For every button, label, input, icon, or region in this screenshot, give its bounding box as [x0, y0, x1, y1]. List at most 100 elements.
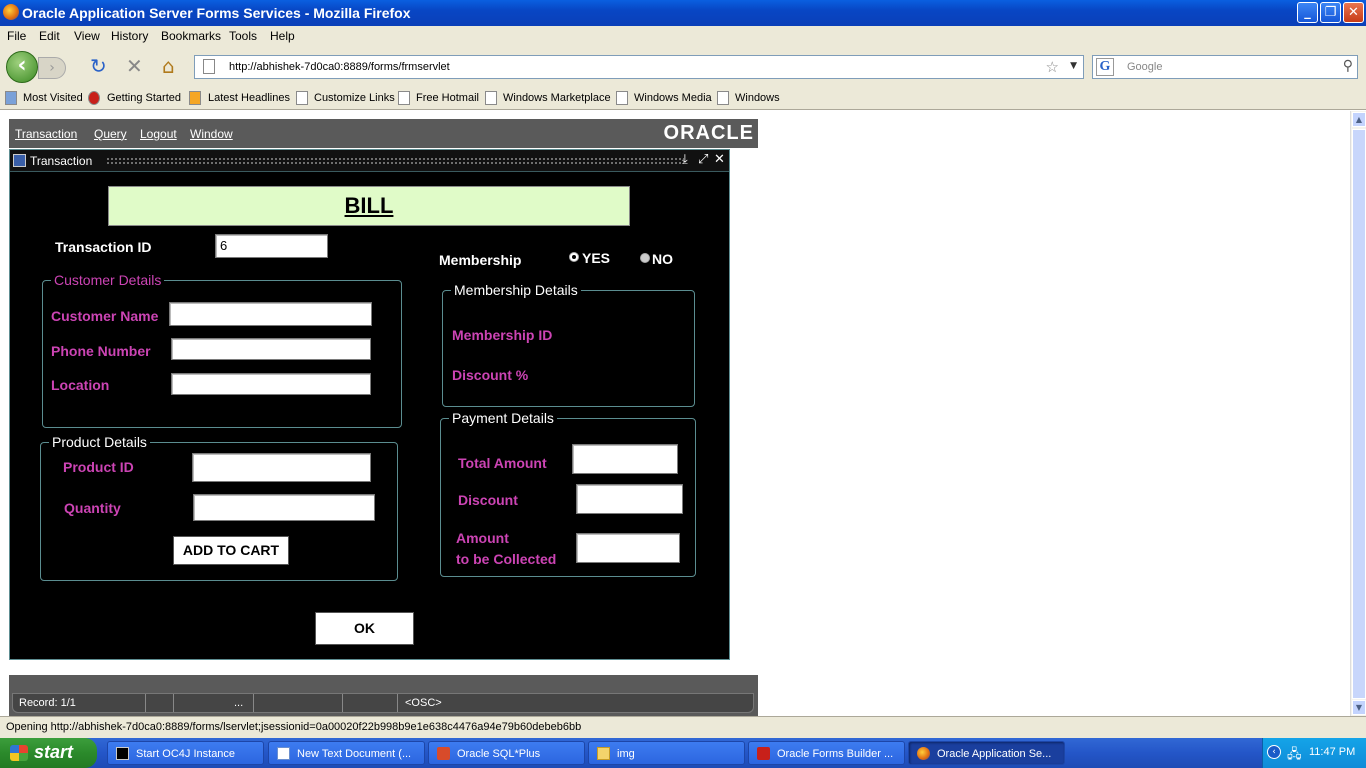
- notepad-icon: [277, 747, 290, 760]
- task-label: Oracle Application Se...: [937, 748, 1052, 760]
- firefox-icon: [3, 4, 19, 20]
- forms-menu-transaction[interactable]: Transaction: [15, 127, 77, 141]
- discount-percent-label: Discount %: [452, 367, 529, 383]
- menu-edit[interactable]: Edit: [39, 29, 60, 43]
- total-amount-field[interactable]: [572, 444, 678, 474]
- bookmark-windows[interactable]: Windows: [735, 92, 780, 104]
- restore-icon[interactable]: ⤢: [698, 152, 708, 167]
- scroll-down-icon[interactable]: ▼: [1352, 700, 1366, 715]
- back-button[interactable]: ‹: [6, 51, 38, 83]
- page-icon: [485, 91, 497, 105]
- minimize-icon[interactable]: ⤓: [682, 152, 688, 167]
- bookmarks-toolbar: Most Visited Getting Started Latest Head…: [0, 88, 1366, 110]
- google-icon[interactable]: G: [1096, 58, 1114, 76]
- folder-icon: [597, 747, 610, 760]
- bookmark-windows-media[interactable]: Windows Media: [634, 92, 712, 104]
- forms-menu-window[interactable]: Window: [190, 127, 233, 141]
- membership-no-radio[interactable]: [640, 253, 650, 263]
- maximize-button[interactable]: ❐: [1320, 2, 1341, 23]
- add-to-cart-button[interactable]: ADD TO CART: [173, 536, 289, 565]
- forms-menubar: Transaction Query Logout Window ORACLE: [9, 119, 758, 148]
- scroll-thumb[interactable]: [1352, 129, 1366, 699]
- dropdown-icon[interactable]: ▼: [1070, 61, 1077, 71]
- status-segment: [254, 694, 343, 712]
- membership-yes-label: YES: [582, 250, 611, 266]
- forms-builder-icon: [757, 747, 770, 760]
- forms-menu-query[interactable]: Query: [94, 127, 127, 141]
- oracle-logo: ORACLE: [663, 122, 754, 144]
- rss-icon: [189, 91, 201, 105]
- task-notepad[interactable]: New Text Document (...: [268, 741, 425, 765]
- bookmark-customize-links[interactable]: Customize Links: [314, 92, 395, 104]
- membership-id-label: Membership ID: [452, 327, 553, 343]
- membership-yes-radio[interactable]: [569, 252, 579, 262]
- menu-history[interactable]: History: [111, 29, 148, 43]
- task-label: Start OC4J Instance: [136, 748, 236, 760]
- titlebar-grip: [106, 157, 684, 165]
- ok-button[interactable]: OK: [315, 612, 414, 645]
- product-id-field[interactable]: [192, 453, 371, 482]
- location-label: Location: [51, 377, 110, 393]
- search-placeholder: Google: [1127, 61, 1163, 73]
- page-icon: [616, 91, 628, 105]
- task-forms-builder[interactable]: Oracle Forms Builder ...: [748, 741, 905, 765]
- product-details-legend: Product Details: [49, 434, 150, 450]
- record-indicator: Record: 1/1: [19, 697, 76, 709]
- menu-view[interactable]: View: [74, 29, 100, 43]
- url-bar[interactable]: http://abhishek-7d0ca0:8889/forms/frmser…: [194, 55, 1084, 79]
- product-id-label: Product ID: [63, 459, 134, 475]
- status-dots: ...: [234, 697, 244, 709]
- network-icon[interactable]: 🖧: [1287, 745, 1302, 767]
- phone-number-field[interactable]: [171, 338, 371, 360]
- browser-title-bar: Oracle Application Server Forms Services…: [0, 0, 1366, 26]
- transaction-id-label: Transaction ID: [55, 239, 152, 255]
- minimize-button[interactable]: _: [1297, 2, 1318, 23]
- forms-menu-logout[interactable]: Logout: [140, 127, 177, 141]
- customer-name-field[interactable]: [169, 302, 372, 326]
- quantity-label: Quantity: [64, 500, 121, 516]
- menu-help[interactable]: Help: [270, 29, 295, 43]
- menu-tools[interactable]: Tools: [229, 29, 257, 43]
- task-firefox[interactable]: Oracle Application Se...: [908, 741, 1065, 765]
- bill-heading: BILL: [344, 193, 394, 218]
- task-sqlplus[interactable]: Oracle SQL*Plus: [428, 741, 585, 765]
- reload-icon[interactable]: ↻: [90, 56, 107, 76]
- location-field[interactable]: [171, 373, 371, 395]
- scroll-up-icon[interactable]: ▲: [1352, 112, 1366, 127]
- menu-bookmarks[interactable]: Bookmarks: [161, 29, 221, 43]
- close-icon[interactable]: ✕: [714, 152, 725, 167]
- bookmark-free-hotmail[interactable]: Free Hotmail: [416, 92, 479, 104]
- start-button[interactable]: start: [0, 738, 97, 768]
- membership-details-group: Membership Details: [442, 282, 695, 407]
- bookmark-windows-marketplace[interactable]: Windows Marketplace: [503, 92, 611, 104]
- bookmark-getting-started[interactable]: Getting Started: [107, 92, 181, 104]
- task-oc4j[interactable]: Start OC4J Instance: [107, 741, 264, 765]
- quantity-field[interactable]: [193, 494, 375, 521]
- discount-field[interactable]: [576, 484, 683, 514]
- bookmark-most-visited[interactable]: Most Visited: [23, 92, 83, 104]
- search-bar[interactable]: G Google ⚲: [1092, 55, 1358, 79]
- stop-icon[interactable]: ✕: [126, 56, 143, 76]
- task-img-folder[interactable]: img: [588, 741, 745, 765]
- status-text: Opening http://abhishek-7d0ca0:8889/form…: [6, 721, 582, 733]
- close-button[interactable]: ✕: [1343, 2, 1364, 23]
- transaction-id-field[interactable]: 6: [215, 234, 328, 258]
- page-icon: [398, 91, 410, 105]
- page-icon: [203, 59, 215, 74]
- tray-expand-icon[interactable]: ‹: [1267, 745, 1281, 759]
- vertical-scrollbar[interactable]: ▲ ▼: [1350, 111, 1366, 716]
- home-icon[interactable]: ⌂: [162, 56, 175, 76]
- forward-button[interactable]: ›: [38, 57, 66, 79]
- bookmark-latest-headlines[interactable]: Latest Headlines: [208, 92, 290, 104]
- sqlplus-icon: [437, 747, 450, 760]
- browser-menubar: File Edit View History Bookmarks Tools H…: [0, 26, 1366, 46]
- status-segment: [146, 694, 174, 712]
- star-icon[interactable]: ☆: [1046, 58, 1059, 76]
- task-label: img: [617, 748, 635, 760]
- amount-to-be-collected-field[interactable]: [576, 533, 680, 563]
- menu-file[interactable]: File: [7, 29, 26, 43]
- membership-no-label: NO: [652, 251, 673, 267]
- most-visited-icon: [5, 91, 17, 105]
- search-icon[interactable]: ⚲: [1343, 58, 1353, 74]
- membership-details-legend: Membership Details: [451, 282, 581, 298]
